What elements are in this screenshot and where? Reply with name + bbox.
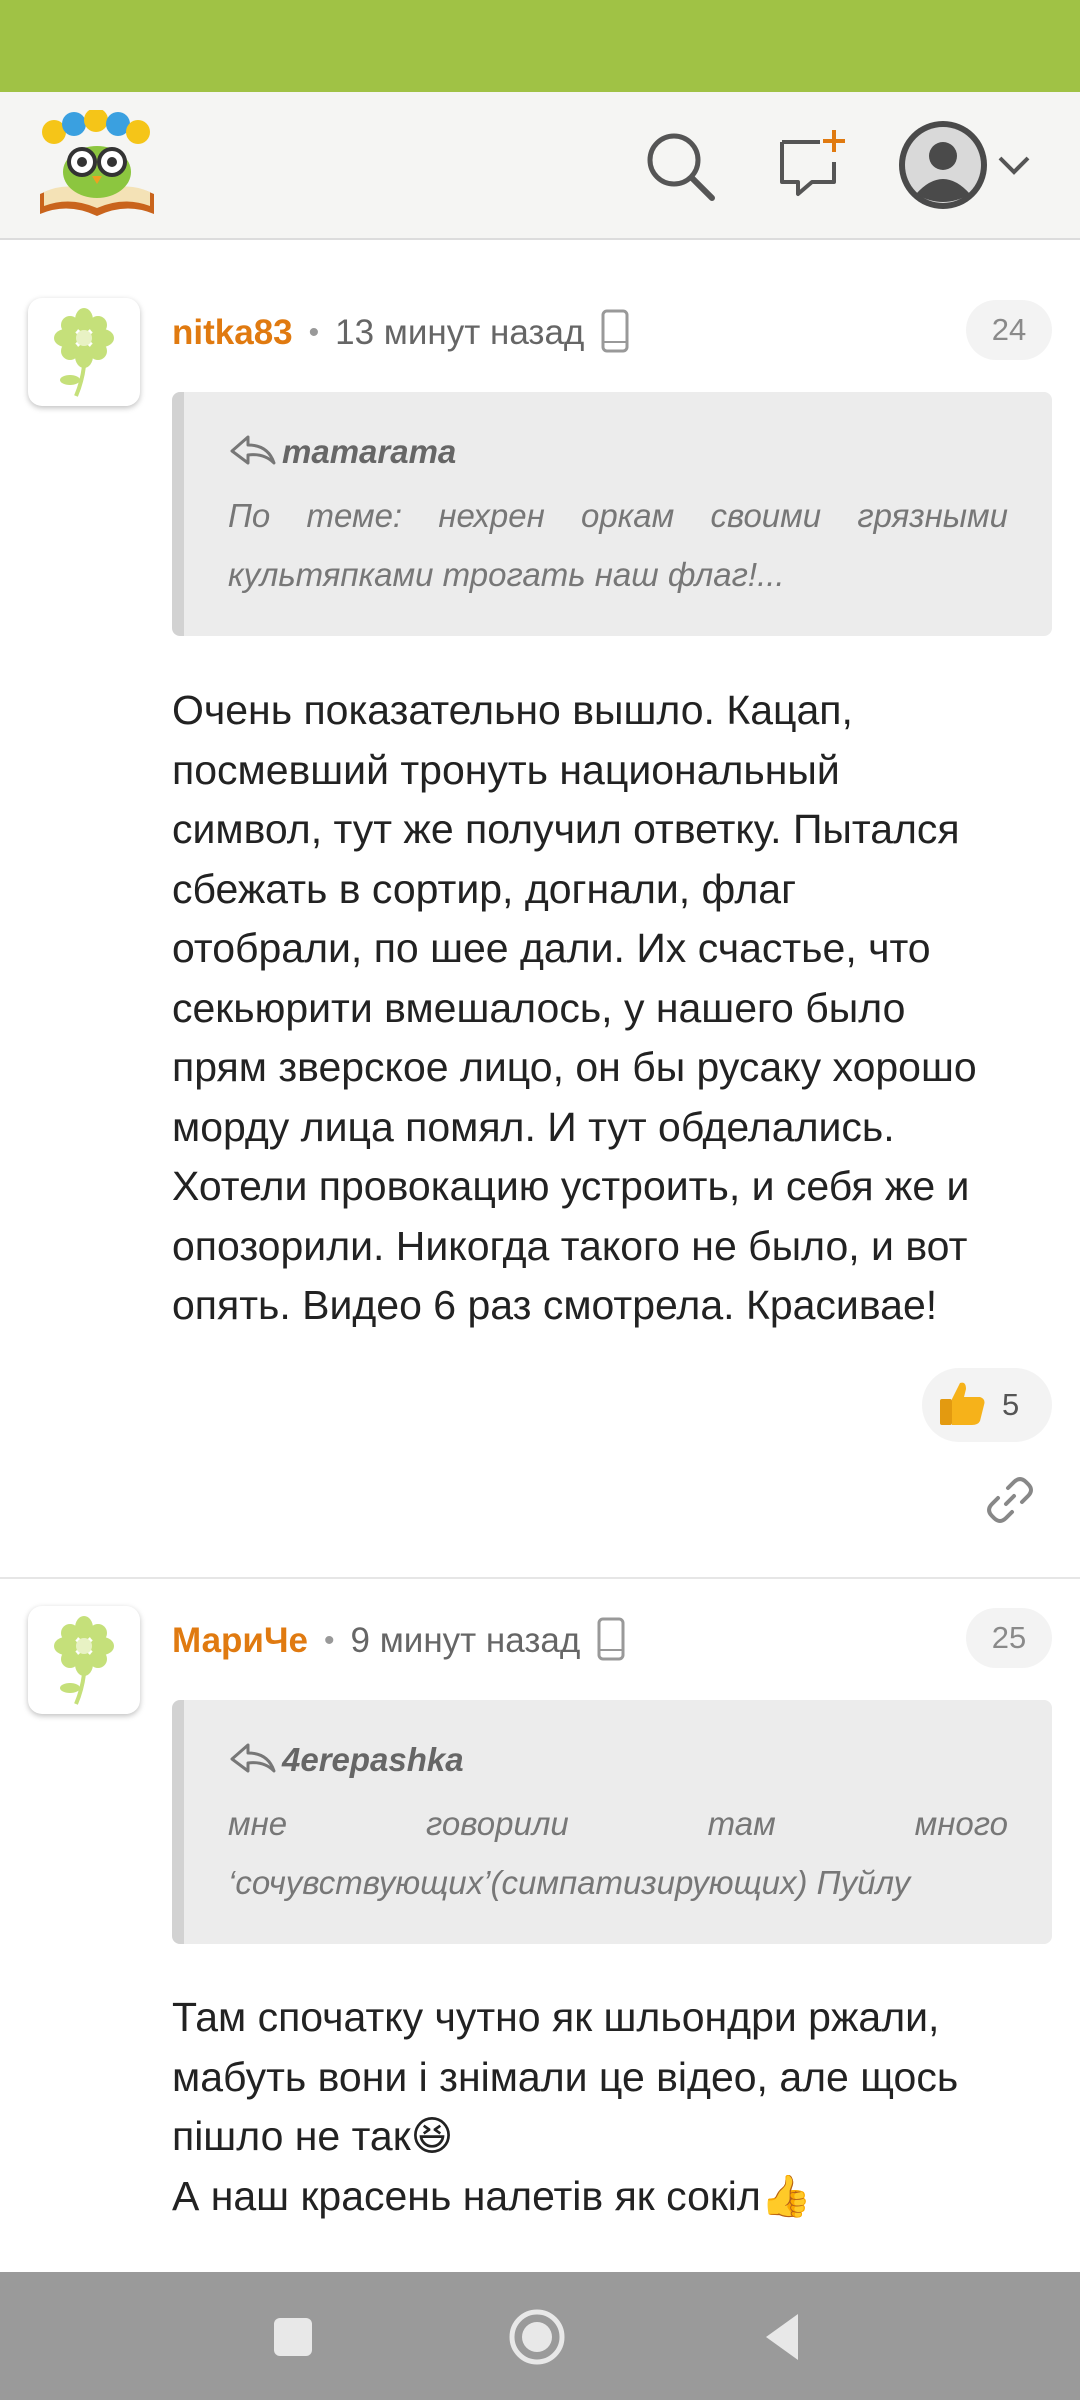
- comment-line: посмевший тронуть национальный: [172, 746, 840, 793]
- comment-line: Очень показательно вышло. Кацап,: [172, 687, 853, 733]
- mobile-phone-icon: [596, 1617, 626, 1666]
- thumbs-up-icon: [936, 1377, 988, 1434]
- site-header: [0, 92, 1080, 240]
- quote-author[interactable]: mamarama: [282, 433, 456, 471]
- comment-line: пішло не так😆: [172, 2113, 454, 2159]
- comment-line: секьюрити вмешалось, у нашего было: [172, 984, 906, 1031]
- comment-author[interactable]: МариЧе: [172, 1621, 308, 1661]
- reply-arrow-icon: [228, 433, 276, 472]
- comment-author[interactable]: nitka83: [172, 313, 293, 353]
- comment-line: символ, тут же получил ответку. Пытался: [172, 806, 960, 852]
- comment-line: отобрали, по шее дали. Их счастье, что: [172, 925, 931, 971]
- home-icon[interactable]: [502, 2302, 572, 2372]
- quote-text: мне говорили там много ‘сочувствующих’(с…: [228, 1805, 1008, 1901]
- comment-line: опять. Видео 6 раз смотрела. Красивае!: [172, 1282, 938, 1328]
- quote-author[interactable]: 4erepashka: [282, 1741, 464, 1779]
- comment-line: Там спочатку чутно як шльондри ржали,: [172, 1994, 940, 2040]
- comment-time: 13 минут назад: [335, 313, 585, 352]
- reply-arrow-icon: [228, 1741, 276, 1780]
- status-bar: [0, 0, 1080, 92]
- comment-line: А наш красень налетів як сокіл👍: [172, 2172, 812, 2219]
- meta-separator: •: [308, 316, 320, 349]
- meta-separator: •: [324, 1624, 335, 1657]
- like-count: 5: [1002, 1387, 1020, 1422]
- comment-line: сбежать в сортир, догнали, флаг: [172, 865, 797, 912]
- avatar[interactable]: [28, 1606, 140, 1714]
- comment-number-badge[interactable]: 24: [966, 300, 1052, 360]
- comment-line: мабуть вони і знімали це відео, але щось: [172, 2053, 959, 2100]
- new-message-icon[interactable]: [772, 126, 852, 206]
- comment-body: Очень показательно вышло. Кацап, посмевш…: [172, 681, 1052, 1336]
- site-logo-book-owl-icon[interactable]: [34, 108, 160, 220]
- quote-block: mamarama По теме: нехрен оркам своими гр…: [172, 392, 1052, 636]
- comment-time: 9 минут назад: [350, 1621, 581, 1660]
- recent-apps-icon[interactable]: [258, 2302, 328, 2372]
- quote-text: По теме: нехрен оркам своими грязными ку…: [228, 497, 1008, 593]
- back-icon[interactable]: [748, 2302, 818, 2372]
- like-button[interactable]: 5: [922, 1368, 1052, 1442]
- avatar[interactable]: [28, 298, 140, 406]
- comment-line: морду лица помял. И тут обделались.: [172, 1103, 895, 1150]
- comment-line: прям зверское лицо, он бы русаку хорошо: [172, 1044, 977, 1090]
- link-icon[interactable]: [984, 1474, 1036, 1526]
- search-icon[interactable]: [640, 126, 720, 206]
- user-avatar-icon[interactable]: [896, 118, 990, 212]
- mobile-phone-icon: [600, 309, 630, 358]
- system-nav-bar: [0, 2272, 1080, 2400]
- comment-line: опозорили. Никогда такого не было, и вот: [172, 1222, 968, 1269]
- comment-number-badge[interactable]: 25: [966, 1608, 1052, 1668]
- comment-line: Хотели провокацию устроить, и себя же и: [172, 1163, 970, 1209]
- quote-block: 4erepashka мне говорили там много ‘сочув…: [172, 1700, 1052, 1944]
- chevron-down-icon[interactable]: [994, 148, 1034, 184]
- comment-divider: [0, 1577, 1080, 1579]
- comment-body: Там спочатку чутно як шльондри ржали, ма…: [172, 1988, 1052, 2226]
